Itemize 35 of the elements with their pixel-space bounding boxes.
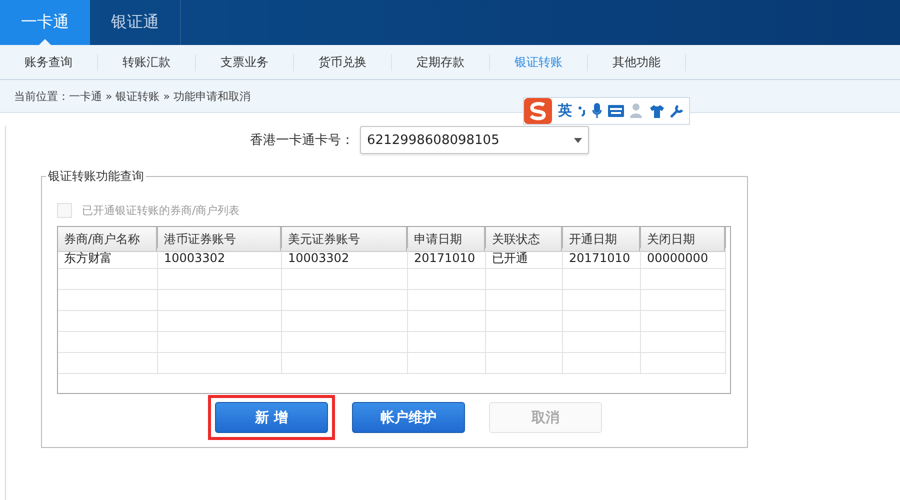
action-button[interactable]: 新 增 xyxy=(215,402,328,433)
table-cell: 10003302 xyxy=(282,248,408,269)
table-cell: 东方财富 xyxy=(58,248,158,269)
top-tab[interactable]: 一卡通 xyxy=(0,0,90,45)
nav-tab[interactable]: 定期存款 xyxy=(392,54,490,70)
column-header[interactable]: 申请日期 xyxy=(408,227,486,252)
column-header[interactable]: 港币证券账号 xyxy=(158,227,282,252)
nav-tab[interactable]: 转账汇款 xyxy=(98,54,196,70)
table-cell: 已开通 xyxy=(486,248,563,269)
action-button[interactable]: 帐户维护 xyxy=(352,402,465,433)
nav-tab[interactable]: 货币兑换 xyxy=(294,54,392,70)
microphone-icon[interactable] xyxy=(592,103,602,119)
punctuation-icon[interactable] xyxy=(578,105,586,117)
column-header[interactable]: 开通日期 xyxy=(563,227,641,252)
checkbox-label: 已开通银证转账的券商/商户列表 xyxy=(82,203,240,218)
column-header[interactable]: 关闭日期 xyxy=(641,227,726,252)
column-header[interactable]: 关联状态 xyxy=(486,227,563,252)
wrench-icon[interactable] xyxy=(670,104,683,118)
shirt-icon[interactable] xyxy=(650,104,664,118)
table-cell: 00000000 xyxy=(641,248,726,269)
card-number-label: 香港一卡通卡号： xyxy=(249,132,354,149)
table-cell: 10003302 xyxy=(158,248,282,269)
nav-tab[interactable]: 其他功能 xyxy=(588,54,686,70)
breadcrumb: 当前位置：一卡通 » 银证转账 » 功能申请和取消 xyxy=(14,88,250,104)
table-cell: 20171010 xyxy=(563,248,641,269)
nav-tab[interactable]: 账务查询 xyxy=(0,54,98,70)
column-header[interactable]: 美元证券账号 xyxy=(282,227,408,252)
group-title: 银证转账功能查询 xyxy=(46,168,146,185)
column-header[interactable]: 券商/商户名称 xyxy=(58,227,158,252)
input-mode[interactable]: 英 xyxy=(558,102,572,120)
nav-tab[interactable]: 支票业务 xyxy=(196,54,294,70)
table-cell: 20171010 xyxy=(408,248,486,269)
caret-icon xyxy=(574,138,582,142)
card-number-select[interactable]: 6212998608098105 xyxy=(360,126,589,154)
keyboard-icon[interactable] xyxy=(608,105,624,117)
